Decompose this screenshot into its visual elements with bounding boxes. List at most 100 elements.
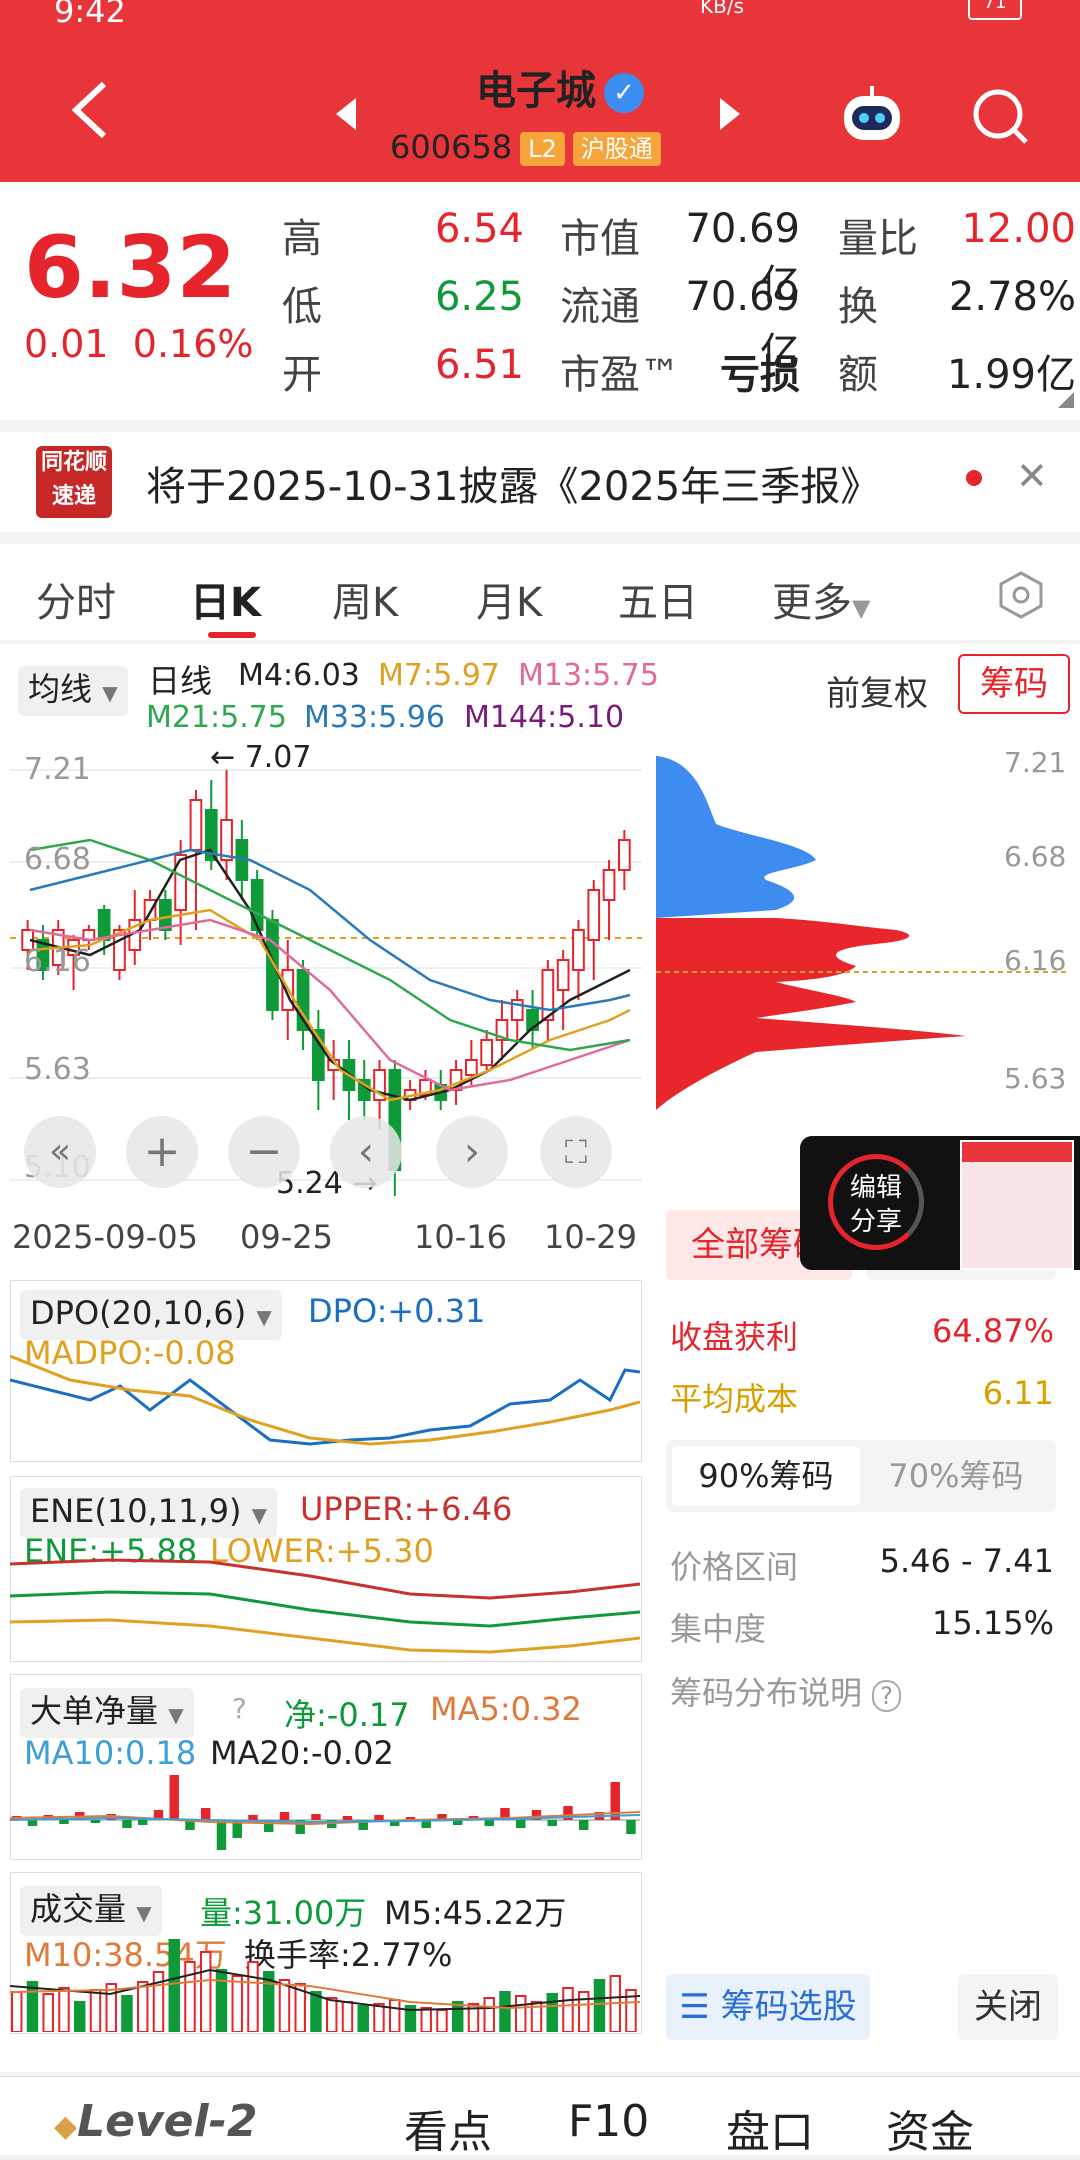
chip-desc-text: 筹码分布说明 xyxy=(670,1674,863,1712)
candle-body xyxy=(266,919,279,1011)
scroll-left-icon[interactable]: ‹ xyxy=(330,1116,402,1188)
big-order-bar xyxy=(311,1814,321,1820)
tab-90-chips[interactable]: 90%筹码 xyxy=(672,1446,860,1506)
tab-more[interactable]: 更多▼ xyxy=(772,570,870,628)
nav-fund-flow[interactable]: 资金 xyxy=(886,2096,974,2160)
ma-selector[interactable]: 均线 ▼ xyxy=(18,666,128,716)
next-stock-button[interactable] xyxy=(720,98,740,130)
zoom-in-icon[interactable]: + xyxy=(126,1116,198,1188)
list-icon: ☰ xyxy=(679,1987,710,2027)
tab-daily-k[interactable]: 日K xyxy=(190,570,261,628)
tab-monthly-k[interactable]: 月K xyxy=(476,570,542,628)
big-order-bar xyxy=(484,1820,494,1826)
big-order-bar xyxy=(342,1816,353,1820)
volume-bar xyxy=(89,1989,102,2032)
candle-body xyxy=(97,909,111,941)
ene-upper-value: UPPER:+6.46 xyxy=(300,1490,513,1528)
battery-level: 71 xyxy=(983,0,1007,13)
ma-selector-label: 均线 xyxy=(28,670,93,708)
chip-select-label: 筹码选股 xyxy=(720,1987,857,2027)
big-order-bar xyxy=(610,1782,620,1820)
expand-corner-icon[interactable] xyxy=(1058,392,1074,408)
dropdown-icon: ▼ xyxy=(136,1901,152,1925)
dpo-selector[interactable]: DPO(20,10,6) ▼ xyxy=(20,1290,282,1340)
volume-bar xyxy=(26,1981,39,2032)
stock-title: 电子城 ✓ xyxy=(420,58,700,116)
float-label: 流通 xyxy=(560,284,640,330)
avg-cost-value: 6.11 xyxy=(982,1374,1054,1412)
fullscreen-icon[interactable]: ⛶ xyxy=(540,1116,612,1188)
candle-body xyxy=(189,799,203,851)
tab-indicator xyxy=(208,632,256,638)
scroll-right-icon[interactable]: › xyxy=(436,1116,508,1188)
chip-ytick-3: 5.63 xyxy=(1004,1062,1067,1095)
chips-button[interactable]: 筹码 xyxy=(958,654,1070,714)
volume-bar xyxy=(215,1969,228,2032)
zoom-out-icon[interactable]: − xyxy=(228,1116,300,1188)
volume-bar xyxy=(278,1979,291,2032)
volume-bar xyxy=(168,1939,180,2032)
candle-body xyxy=(480,1039,494,1066)
tab-weekly-k[interactable]: 周K xyxy=(332,570,398,628)
notice-close-icon[interactable]: ✕ xyxy=(1016,454,1048,498)
vol-ratio-label: 量比 xyxy=(838,216,918,262)
ma7-value: M7:5.97 xyxy=(378,658,500,693)
volume-selector[interactable]: 成交量 ▼ xyxy=(20,1886,162,1936)
help-icon[interactable]: ? xyxy=(232,1692,247,1725)
nav-order-book[interactable]: 盘口 xyxy=(726,2096,814,2160)
back-button[interactable] xyxy=(70,78,110,153)
candle-body xyxy=(617,839,631,871)
volume-bar xyxy=(515,1995,527,2032)
dropdown-icon: ▼ xyxy=(102,681,118,705)
ene-selector[interactable]: ENE(10,11,9) ▼ xyxy=(20,1488,278,1538)
nav-f10[interactable]: F10 xyxy=(568,2096,649,2147)
tab-five-day[interactable]: 五日 xyxy=(618,570,698,628)
chip-desc-link[interactable]: 筹码分布说明 ? xyxy=(670,1668,901,1714)
ma33-value: M33:5.96 xyxy=(304,700,445,735)
volume-value: 量:31.00万 xyxy=(200,1894,367,1932)
notice-text[interactable]: 将于2025-10-31披露《2025年三季报》 xyxy=(146,454,880,512)
volume-bar xyxy=(105,1983,117,2032)
chip-stock-select-button[interactable]: ☰ 筹码选股 xyxy=(666,1974,870,2040)
nav-level2[interactable]: ◆Level-2 xyxy=(54,2096,257,2147)
date-tick-3: 10-29 xyxy=(544,1218,637,1256)
nav-highlights[interactable]: 看点 xyxy=(404,2096,492,2160)
big-order-bar xyxy=(516,1820,526,1828)
tab-70-chips[interactable]: 70%筹码 xyxy=(862,1446,1050,1506)
open-label: 开 xyxy=(282,352,322,398)
robot-assistant-icon[interactable] xyxy=(838,82,906,148)
profit-label: 收盘获利 xyxy=(670,1318,799,1356)
volume-bar xyxy=(310,1991,322,2032)
big-net-value: 净:-0.17 xyxy=(284,1696,410,1734)
dropdown-icon: ▼ xyxy=(256,1305,272,1329)
high-marker: ← 7.07 xyxy=(210,740,312,775)
dpo-chart xyxy=(10,1354,640,1446)
tab-timeshare[interactable]: 分时 xyxy=(36,570,116,628)
candle-body xyxy=(572,929,585,971)
date-tick-2: 10-16 xyxy=(414,1218,507,1256)
big-order-bar xyxy=(248,1815,258,1820)
ma21-value: M21:5.75 xyxy=(146,700,287,735)
pe-value: 亏损 xyxy=(720,352,800,398)
stock-code-row: 600658 L2 沪股通 xyxy=(390,128,661,166)
high-marker-value: 7.07 xyxy=(244,740,312,775)
chip-close-button[interactable]: 关闭 xyxy=(958,1974,1058,2040)
volume-bar xyxy=(326,1997,338,2032)
search-icon[interactable] xyxy=(970,86,1030,146)
nav-level2-label: Level-2 xyxy=(77,2096,258,2147)
big-order-selector[interactable]: 大单净量 ▼ xyxy=(20,1688,194,1738)
kline-chart[interactable] xyxy=(10,740,642,1196)
adjust-mode[interactable]: 前复权 xyxy=(826,666,928,715)
volume-bar xyxy=(483,1997,495,2032)
volume-selector-label: 成交量 xyxy=(30,1890,127,1928)
ene-chart xyxy=(10,1558,640,1654)
volume-bar xyxy=(436,2009,448,2032)
volume-bar xyxy=(578,1991,590,2032)
edit-share-widget[interactable]: 编辑 分享 xyxy=(800,1136,1080,1270)
kline-ytick-3: 5.63 xyxy=(24,1052,91,1087)
prev-stock-button[interactable] xyxy=(336,98,356,130)
volume-bar xyxy=(137,1981,149,2032)
dropdown-icon: ▼ xyxy=(168,1703,184,1727)
rewind-icon[interactable]: « xyxy=(24,1116,96,1188)
settings-hex-icon[interactable] xyxy=(996,570,1046,620)
